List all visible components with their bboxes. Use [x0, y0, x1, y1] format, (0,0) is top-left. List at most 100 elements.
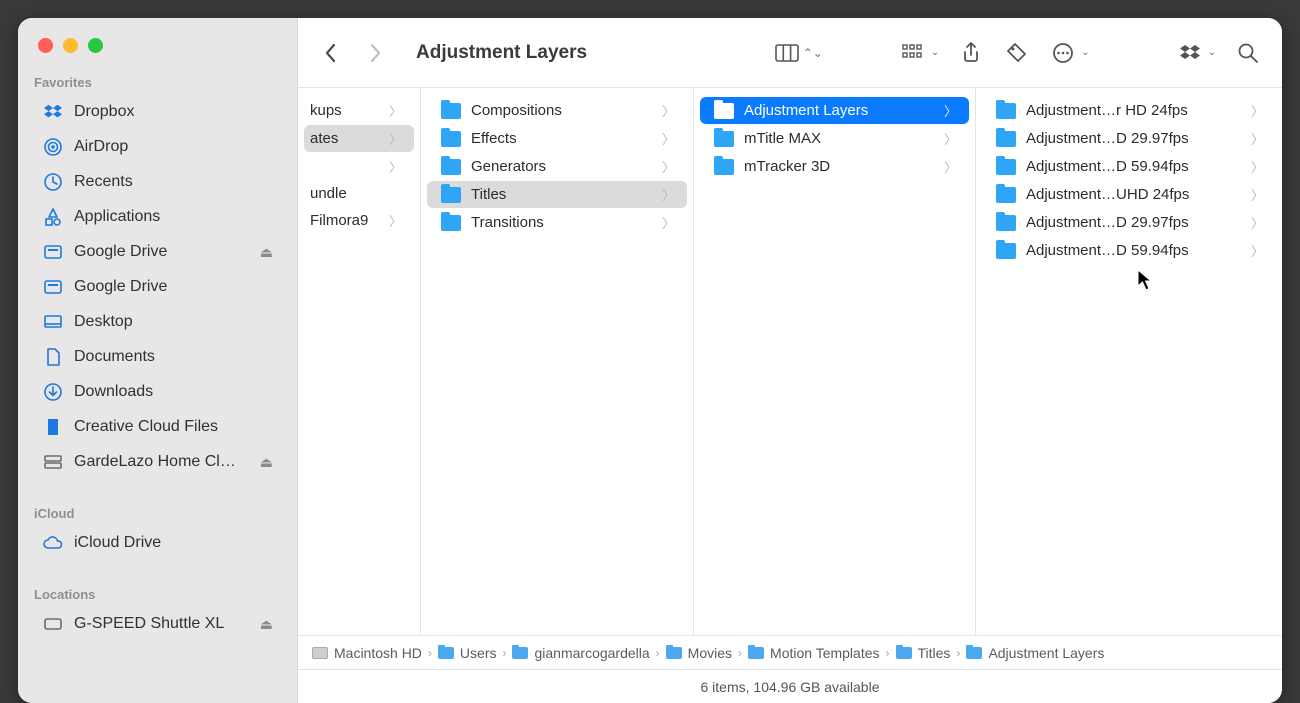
file-row[interactable]: Adjustment Layers〉 — [700, 97, 969, 124]
sidebar-item-label: iCloud Drive — [74, 534, 273, 552]
file-row[interactable]: 〉 — [304, 153, 414, 180]
file-row[interactable]: Adjustment…D 29.97fps〉 — [982, 125, 1276, 152]
file-label: Titles — [471, 186, 652, 203]
share-button[interactable] — [957, 39, 985, 67]
file-row[interactable]: Adjustment…D 59.94fps〉 — [982, 153, 1276, 180]
tags-button[interactable] — [1003, 39, 1031, 67]
path-separator: › — [738, 646, 742, 660]
sidebar-item[interactable]: Dropbox — [26, 95, 289, 129]
folder-icon — [996, 243, 1016, 259]
file-row[interactable]: Adjustment…r HD 24fps〉 — [982, 97, 1276, 124]
sidebar-item-label: Downloads — [74, 383, 273, 401]
chevron-down-icon: ⌄ — [1208, 47, 1216, 58]
finder-window: Favorites DropboxAirDropRecentsApplicati… — [18, 18, 1282, 703]
actions-button[interactable]: ⌄ — [1049, 39, 1089, 67]
eject-icon[interactable]: ⏏ — [260, 616, 273, 633]
sidebar-item[interactable]: Desktop — [26, 305, 289, 339]
path-segment[interactable]: Macintosh HD — [312, 645, 422, 661]
search-button[interactable] — [1234, 39, 1262, 67]
cloud-icon — [42, 532, 64, 554]
file-row[interactable]: Compositions 〉 — [427, 97, 687, 124]
folder-icon — [748, 647, 764, 659]
path-label: gianmarcogardella — [534, 645, 649, 661]
path-separator: › — [502, 646, 506, 660]
folder-icon — [441, 103, 461, 119]
file-row[interactable]: Transitions〉 — [427, 209, 687, 236]
folder-icon — [966, 647, 982, 659]
chevron-right-icon: 〉 — [389, 157, 402, 176]
group-by-button[interactable]: ⌄ — [899, 39, 939, 67]
desktop-icon — [42, 311, 64, 333]
close-window-button[interactable] — [38, 38, 53, 53]
view-mode-button[interactable]: ⌃⌄ — [773, 39, 823, 67]
main-area: Adjustment Layers ⌃⌄ ⌄ — [298, 18, 1282, 703]
file-label: Generators — [471, 158, 652, 175]
file-row[interactable]: Adjustment…UHD 24fps〉 — [982, 181, 1276, 208]
path-label: Users — [460, 645, 497, 661]
chevron-right-icon: 〉 — [389, 101, 402, 120]
zoom-window-button[interactable] — [88, 38, 103, 53]
sidebar-item-label: G-SPEED Shuttle XL — [74, 615, 250, 633]
path-label: Adjustment Layers — [988, 645, 1104, 661]
file-row[interactable]: mTitle MAX〉 — [700, 125, 969, 152]
sidebar-item[interactable]: GardeLazo Home Cl… ⏏ — [26, 445, 289, 479]
sidebar-item-label: Dropbox — [74, 103, 273, 121]
folder-icon — [438, 647, 454, 659]
chevron-right-icon: 〉 — [389, 129, 402, 148]
eject-icon[interactable]: ⏏ — [260, 454, 273, 471]
sidebar-item[interactable]: G-SPEED Shuttle XL ⏏ — [26, 607, 289, 641]
sidebar-item-label: AirDrop — [74, 138, 273, 156]
folder-icon — [996, 103, 1016, 119]
path-label: Motion Templates — [770, 645, 879, 661]
chevron-right-icon: 〉 — [662, 101, 675, 120]
file-row[interactable]: mTracker 3D〉 — [700, 153, 969, 180]
column-2: Adjustment Layers〉mTitle MAX〉mTracker 3D… — [694, 88, 976, 635]
file-row[interactable]: Effects〉 — [427, 125, 687, 152]
path-segment[interactable]: Titles — [896, 645, 951, 661]
window-title: Adjustment Layers — [416, 42, 587, 64]
airdrop-icon — [42, 136, 64, 158]
file-row[interactable]: ates〉 — [304, 125, 414, 152]
path-segment[interactable]: gianmarcogardella — [512, 645, 649, 661]
forward-button[interactable] — [362, 40, 388, 66]
sidebar-item[interactable]: Documents — [26, 340, 289, 374]
path-segment[interactable]: Motion Templates — [748, 645, 879, 661]
file-row[interactable]: Adjustment…D 29.97fps〉 — [982, 209, 1276, 236]
sidebar-item[interactable]: Google Drive⏏ — [26, 235, 289, 269]
file-row[interactable]: kups 〉 — [304, 97, 414, 124]
sidebar-item[interactable]: AirDrop — [26, 130, 289, 164]
path-segment[interactable]: Users — [438, 645, 497, 661]
sidebar-section-icloud: iCloud — [18, 498, 297, 525]
path-label: Movies — [688, 645, 732, 661]
file-label: Compositions — [471, 102, 652, 119]
columns-view-icon — [773, 39, 801, 67]
back-button[interactable] — [318, 40, 344, 66]
path-segment[interactable]: Movies — [666, 645, 732, 661]
file-row[interactable]: undle — [304, 181, 414, 206]
file-row[interactable]: Generators〉 — [427, 153, 687, 180]
docs-icon — [42, 346, 64, 368]
folder-icon — [996, 159, 1016, 175]
dropbox-button[interactable]: ⌄ — [1176, 39, 1216, 67]
path-segment[interactable]: Adjustment Layers — [966, 645, 1104, 661]
sidebar-item[interactable]: Recents — [26, 165, 289, 199]
minimize-window-button[interactable] — [63, 38, 78, 53]
file-label: kups — [310, 102, 379, 119]
file-label: Adjustment…D 29.97fps — [1026, 130, 1241, 147]
sidebar-item[interactable]: Applications — [26, 200, 289, 234]
path-separator: › — [428, 646, 432, 660]
sidebar-item[interactable]: Creative Cloud Files — [26, 410, 289, 444]
chevron-right-icon: 〉 — [1251, 241, 1264, 260]
sidebar-item-label: GardeLazo Home Cl… — [74, 453, 250, 471]
sidebar-item[interactable]: iCloud Drive — [26, 526, 289, 560]
folder-icon — [996, 187, 1016, 203]
toolbar: Adjustment Layers ⌃⌄ ⌄ — [298, 18, 1282, 88]
folder-icon — [714, 159, 734, 175]
sidebar-item[interactable]: Downloads — [26, 375, 289, 409]
file-label: Adjustment…D 59.94fps — [1026, 242, 1241, 259]
eject-icon[interactable]: ⏏ — [260, 244, 273, 261]
file-row[interactable]: Titles〉 — [427, 181, 687, 208]
file-row[interactable]: Adjustment…D 59.94fps 〉 — [982, 237, 1276, 264]
sidebar-item[interactable]: Google Drive — [26, 270, 289, 304]
file-row[interactable]: Filmora9〉 — [304, 207, 414, 234]
